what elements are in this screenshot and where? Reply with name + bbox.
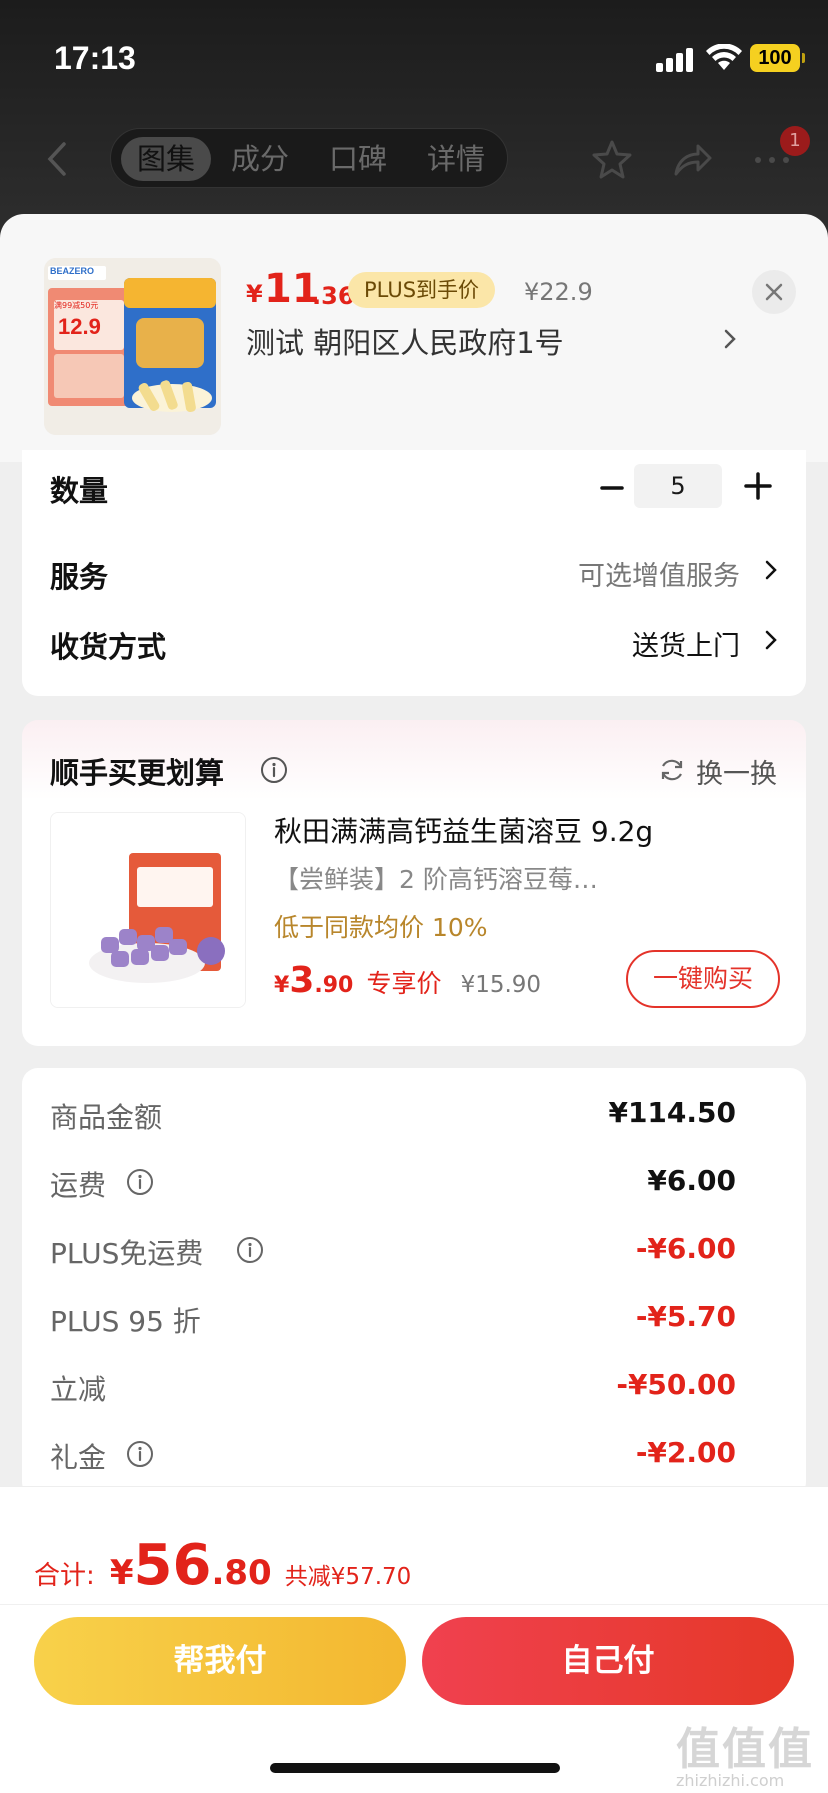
section-tabs: 图集 成分 口碑 详情 <box>110 128 508 188</box>
plus-price-tag: PLUS到手价 <box>348 272 496 308</box>
back-arrow-icon[interactable] <box>40 140 74 178</box>
watermark-logo: 值值值 <box>676 1724 814 1775</box>
total-label: 合计: <box>34 1561 95 1591</box>
price-summary-card: 商品金额 ¥114.50 运费 ¥6.00 PLUS免运费 -¥6.00 PLU… <box>22 1068 806 1498</box>
total-integer: 56 <box>133 1533 212 1598</box>
quantity-input[interactable]: 5 <box>634 464 722 508</box>
delivery-method-label: 收货方式 <box>50 630 167 664</box>
star-icon[interactable] <box>590 138 634 182</box>
help-me-pay-button[interactable]: 帮我付 <box>34 1617 406 1705</box>
summary-value-shipping: ¥6.00 <box>647 1164 736 1197</box>
chevron-right-icon <box>765 630 777 650</box>
divider <box>0 1604 828 1605</box>
chevron-right-icon <box>765 560 777 580</box>
recommended-product-subtitle: 【尝鲜装】2 阶高钙溶豆莓… <box>274 865 598 894</box>
summary-value-plus-free-shipping: -¥6.00 <box>635 1232 736 1265</box>
summary-value-subtotal: ¥114.50 <box>608 1096 736 1129</box>
signal-icon <box>656 48 694 72</box>
recommended-product-discount: 低于同款均价 10% <box>274 913 488 942</box>
delivery-method-value[interactable]: 送货上门 <box>632 624 740 663</box>
rec-price-decimal: .90 <box>314 973 354 998</box>
recommended-product-price: ¥3.90 专享价 ¥15.90 <box>274 960 542 1001</box>
status-time: 17:13 <box>54 40 136 76</box>
summary-label-plus-discount: PLUS 95 折 <box>50 1305 201 1338</box>
recommendation-title: 顺手买更划算 <box>50 756 225 790</box>
product-nav-bar: 图集 成分 口碑 详情 1 <box>0 118 828 198</box>
product-image-price: 12.9 <box>58 314 101 339</box>
total-saved: 共减¥57.70 <box>284 1564 412 1590</box>
rec-price-integer: 3 <box>289 960 315 1001</box>
home-indicator[interactable] <box>270 1763 560 1773</box>
info-icon[interactable] <box>126 1168 154 1196</box>
recommended-product-name[interactable]: 秋田满满高钙益生菌溶豆 9.2g <box>274 810 653 850</box>
summary-label-subtotal: 商品金额 <box>50 1101 163 1134</box>
page-header-backdrop: 17:13 100 图集 成分 口碑 详情 1 <box>0 0 828 240</box>
recommended-product-image[interactable] <box>50 812 246 1008</box>
tab-ingredients[interactable]: 成分 <box>215 137 305 181</box>
rec-price-tag: 专享价 <box>366 969 442 998</box>
product-summary-sheet: BEAZERO 满99减50元 12.9 ¥ 11 .36 PLUS到手价 ¥2… <box>0 214 828 462</box>
tab-gallery[interactable]: 图集 <box>121 137 211 181</box>
refresh-icon <box>661 759 683 781</box>
checkout-bar: 合计: ¥56.80 共减¥57.70 帮我付 自己付 值值值 zhizhizh… <box>0 1486 828 1793</box>
summary-value-instant-discount: -¥50.00 <box>616 1368 736 1401</box>
product-brand-text: BEAZERO <box>50 266 95 276</box>
rec-price-currency: ¥ <box>274 973 290 998</box>
order-options-card: 数量 5 服务 可选增值服务 收货方式 送货上门 <box>22 450 806 696</box>
refresh-button[interactable]: 换一换 <box>696 752 777 791</box>
summary-label-instant-discount: 立减 <box>50 1373 107 1406</box>
quantity-decrease-button[interactable] <box>592 468 632 508</box>
info-icon[interactable] <box>260 756 288 784</box>
service-label: 服务 <box>50 560 109 594</box>
total-currency: ¥ <box>109 1553 134 1593</box>
quantity-label: 数量 <box>50 474 109 508</box>
summary-value-gift-money: -¥2.00 <box>635 1436 736 1469</box>
tab-reviews[interactable]: 口碑 <box>313 137 403 181</box>
close-icon <box>765 283 783 301</box>
pay-myself-button[interactable]: 自己付 <box>422 1617 794 1705</box>
rec-original-price: ¥15.90 <box>460 972 542 998</box>
battery-indicator: 100 <box>750 44 805 72</box>
close-button[interactable] <box>752 270 796 314</box>
watermark-url: zhizhizhi.com <box>676 1771 785 1790</box>
wifi-icon <box>706 44 742 70</box>
product-image: BEAZERO 满99减50元 12.9 <box>44 258 221 435</box>
tab-details[interactable]: 详情 <box>411 137 501 181</box>
quantity-increase-button[interactable] <box>738 466 778 506</box>
one-click-buy-button[interactable]: 一键购买 <box>626 950 780 1008</box>
notification-badge: 1 <box>780 126 810 156</box>
share-icon[interactable] <box>670 138 714 182</box>
original-price: ¥22.9 <box>524 278 593 306</box>
summary-label-shipping: 运费 <box>50 1169 107 1202</box>
delivery-address[interactable]: 测试 朝阳区人民政府1号 <box>246 320 564 362</box>
summary-value-plus-discount: -¥5.70 <box>635 1300 736 1333</box>
price-currency: ¥ <box>246 280 263 308</box>
tab-gallery-label: 图集 <box>136 142 195 176</box>
product-image-promo: 满99减50元 <box>54 301 99 310</box>
summary-label-plus-free-shipping: PLUS免运费 <box>50 1237 204 1270</box>
service-value[interactable]: 可选增值服务 <box>578 554 740 593</box>
chevron-right-icon <box>724 329 736 349</box>
total-decimal: .80 <box>211 1553 272 1593</box>
summary-label-gift-money: 礼金 <box>50 1441 107 1474</box>
info-icon[interactable] <box>236 1236 264 1264</box>
info-icon[interactable] <box>126 1440 154 1468</box>
recommendation-card: 顺手买更划算 换一换 秋田满满高钙益生菌溶豆 9.2g 【尝鲜装】2 阶高钙溶豆… <box>22 720 806 1046</box>
status-bar: 17:13 100 <box>0 0 828 110</box>
order-total: 合计: ¥56.80 共减¥57.70 <box>34 1533 411 1603</box>
